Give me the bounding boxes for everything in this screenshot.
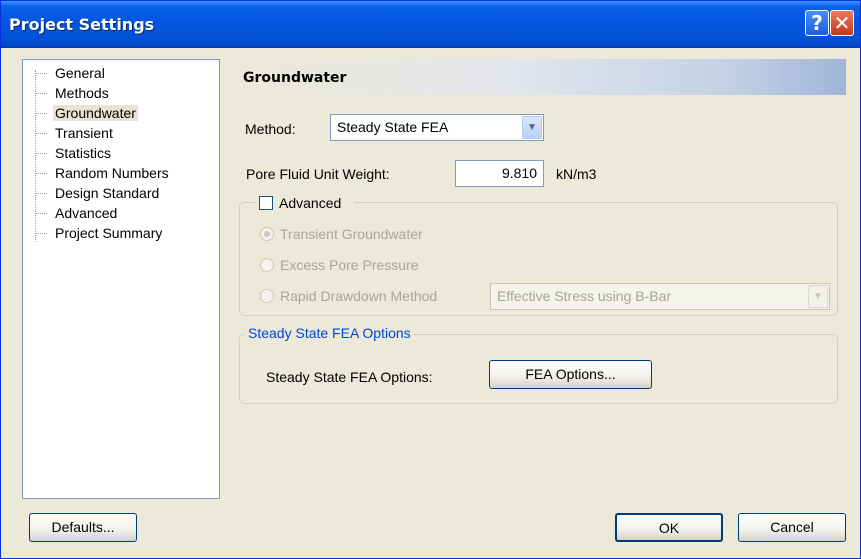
nav-item-random-numbers[interactable]: Random Numbers xyxy=(23,163,213,183)
ok-button[interactable]: OK xyxy=(615,513,723,542)
tree-branch xyxy=(35,73,47,74)
pore-fluid-label: Pore Fluid Unit Weight: xyxy=(246,166,390,182)
transient-groundwater-radio[interactable] xyxy=(260,227,274,241)
rapid-drawdown-method-select[interactable]: Effective Stress using B-Bar ▼ xyxy=(490,283,830,310)
excess-pore-pressure-radio[interactable] xyxy=(260,258,274,272)
pore-fluid-value: 9.810 xyxy=(501,165,537,181)
nav-item-design-standard[interactable]: Design Standard xyxy=(23,183,213,203)
title-bar[interactable]: Project Settings ? ✕ xyxy=(1,1,860,48)
cancel-button-label: Cancel xyxy=(770,519,814,535)
defaults-button[interactable]: Defaults... xyxy=(29,513,137,542)
nav-item-label: General xyxy=(55,65,105,81)
close-button[interactable]: ✕ xyxy=(830,10,854,36)
nav-item-transient[interactable]: Transient xyxy=(23,123,213,143)
nav-item-label: Random Numbers xyxy=(55,165,169,181)
pore-fluid-unit-weight-input[interactable]: 9.810 xyxy=(455,160,544,187)
settings-nav-tree: General Methods Groundwater Transient St… xyxy=(22,59,220,499)
method-label: Method: xyxy=(245,121,296,137)
chevron-down-icon[interactable]: ▼ xyxy=(808,285,828,308)
tree-branch xyxy=(35,113,47,114)
fea-options-caption: Steady State FEA Options xyxy=(245,325,414,341)
rapid-drawdown-method-value: Effective Stress using B-Bar xyxy=(497,288,672,304)
section-header: Groundwater xyxy=(232,59,846,95)
nav-item-label: Project Summary xyxy=(55,225,163,241)
pore-fluid-unit: kN/m3 xyxy=(556,166,597,182)
rapid-drawdown-label: Rapid Drawdown Method xyxy=(280,288,438,304)
chevron-down-icon[interactable]: ▼ xyxy=(522,116,542,139)
fea-options-row-label: Steady State FEA Options: xyxy=(266,369,433,385)
nav-item-project-summary[interactable]: Project Summary xyxy=(23,223,213,243)
nav-item-groundwater[interactable]: Groundwater xyxy=(23,103,213,123)
tree-branch xyxy=(35,213,47,214)
tree-branch xyxy=(35,93,47,94)
fea-options-button[interactable]: FEA Options... xyxy=(489,360,652,389)
advanced-label: Advanced xyxy=(279,195,342,211)
nav-item-general[interactable]: General xyxy=(23,63,213,83)
nav-item-advanced[interactable]: Advanced xyxy=(23,203,213,223)
nav-item-statistics[interactable]: Statistics xyxy=(23,143,213,163)
method-select[interactable]: Steady State FEA ▼ xyxy=(330,114,544,141)
tree-branch xyxy=(35,233,47,234)
nav-item-label: Design Standard xyxy=(55,185,160,201)
defaults-button-label: Defaults... xyxy=(51,519,115,535)
excess-pore-pressure-label: Excess Pore Pressure xyxy=(280,257,419,273)
section-title: Groundwater xyxy=(243,70,347,86)
close-icon: ✕ xyxy=(833,11,851,35)
nav-item-label: Advanced xyxy=(55,205,118,221)
nav-item-methods[interactable]: Methods xyxy=(23,83,213,103)
transient-groundwater-label: Transient Groundwater xyxy=(280,226,423,242)
help-icon: ? xyxy=(811,11,823,35)
method-select-value: Steady State FEA xyxy=(337,119,449,135)
nav-item-label: Statistics xyxy=(55,145,112,161)
project-settings-dialog: Project Settings ? ✕ General Methods Gro… xyxy=(0,0,861,559)
advanced-checkbox[interactable] xyxy=(259,196,273,210)
window-title: Project Settings xyxy=(9,15,155,34)
tree-branch xyxy=(35,153,47,154)
radio-selected-dot xyxy=(264,231,270,237)
ok-button-label: OK xyxy=(658,520,680,536)
nav-item-label: Methods xyxy=(55,85,109,101)
fea-options-button-label: FEA Options... xyxy=(525,366,616,382)
cancel-button[interactable]: Cancel xyxy=(738,513,846,542)
nav-item-label: Groundwater xyxy=(53,105,138,121)
help-button[interactable]: ? xyxy=(805,10,829,36)
tree-branch xyxy=(35,133,47,134)
tree-branch xyxy=(35,173,47,174)
rapid-drawdown-radio[interactable] xyxy=(260,289,274,303)
nav-item-label: Transient xyxy=(55,125,113,141)
tree-branch xyxy=(35,193,47,194)
